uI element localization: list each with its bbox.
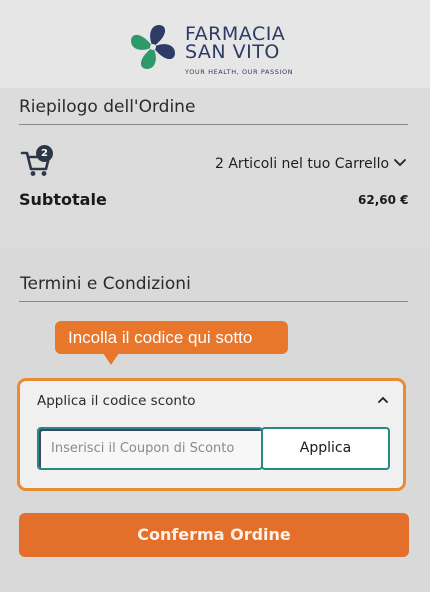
- cart-items-toggle-label[interactable]: 2 Articoli nel tuo Carrello: [215, 156, 389, 172]
- coupon-panel-title[interactable]: Applica il codice sconto: [37, 393, 196, 409]
- clover-logo-icon: [131, 25, 175, 69]
- order-summary-title: Riepilogo dell'Ordine: [19, 97, 196, 117]
- coupon-hint-tooltip: Incolla il codice qui sotto: [55, 321, 288, 354]
- chevron-up-icon[interactable]: [377, 395, 389, 405]
- tooltip-arrow: [103, 353, 119, 365]
- order-summary-section: Riepilogo dell'Ordine 2 2 Articoli nel t…: [0, 88, 430, 248]
- cart-count-badge: 2: [36, 145, 53, 162]
- terms-title: Termini e Condizioni: [20, 274, 191, 294]
- summary-divider: [19, 124, 408, 125]
- confirm-order-button[interactable]: Conferma Ordine: [19, 513, 409, 557]
- site-header: FARMACIA SAN VITO YOUR HEALTH, OUR PASSI…: [0, 0, 430, 88]
- subtotal-value: 62,60 €: [358, 193, 409, 207]
- terms-section: Termini e Condizioni Incolla il codice q…: [0, 248, 430, 592]
- brand-logo[interactable]: FARMACIA SAN VITO YOUR HEALTH, OUR PASSI…: [127, 23, 307, 79]
- chevron-down-icon[interactable]: [393, 157, 407, 169]
- brand-name-line2: SAN VITO: [185, 41, 280, 63]
- terms-divider: [19, 301, 408, 302]
- coupon-panel: Applica il codice sconto Applica: [17, 378, 406, 491]
- coupon-code-input[interactable]: [37, 427, 263, 470]
- subtotal-label: Subtotale: [19, 190, 107, 209]
- apply-coupon-button[interactable]: Applica: [261, 427, 390, 470]
- brand-tagline: YOUR HEALTH, OUR PASSION: [185, 68, 294, 76]
